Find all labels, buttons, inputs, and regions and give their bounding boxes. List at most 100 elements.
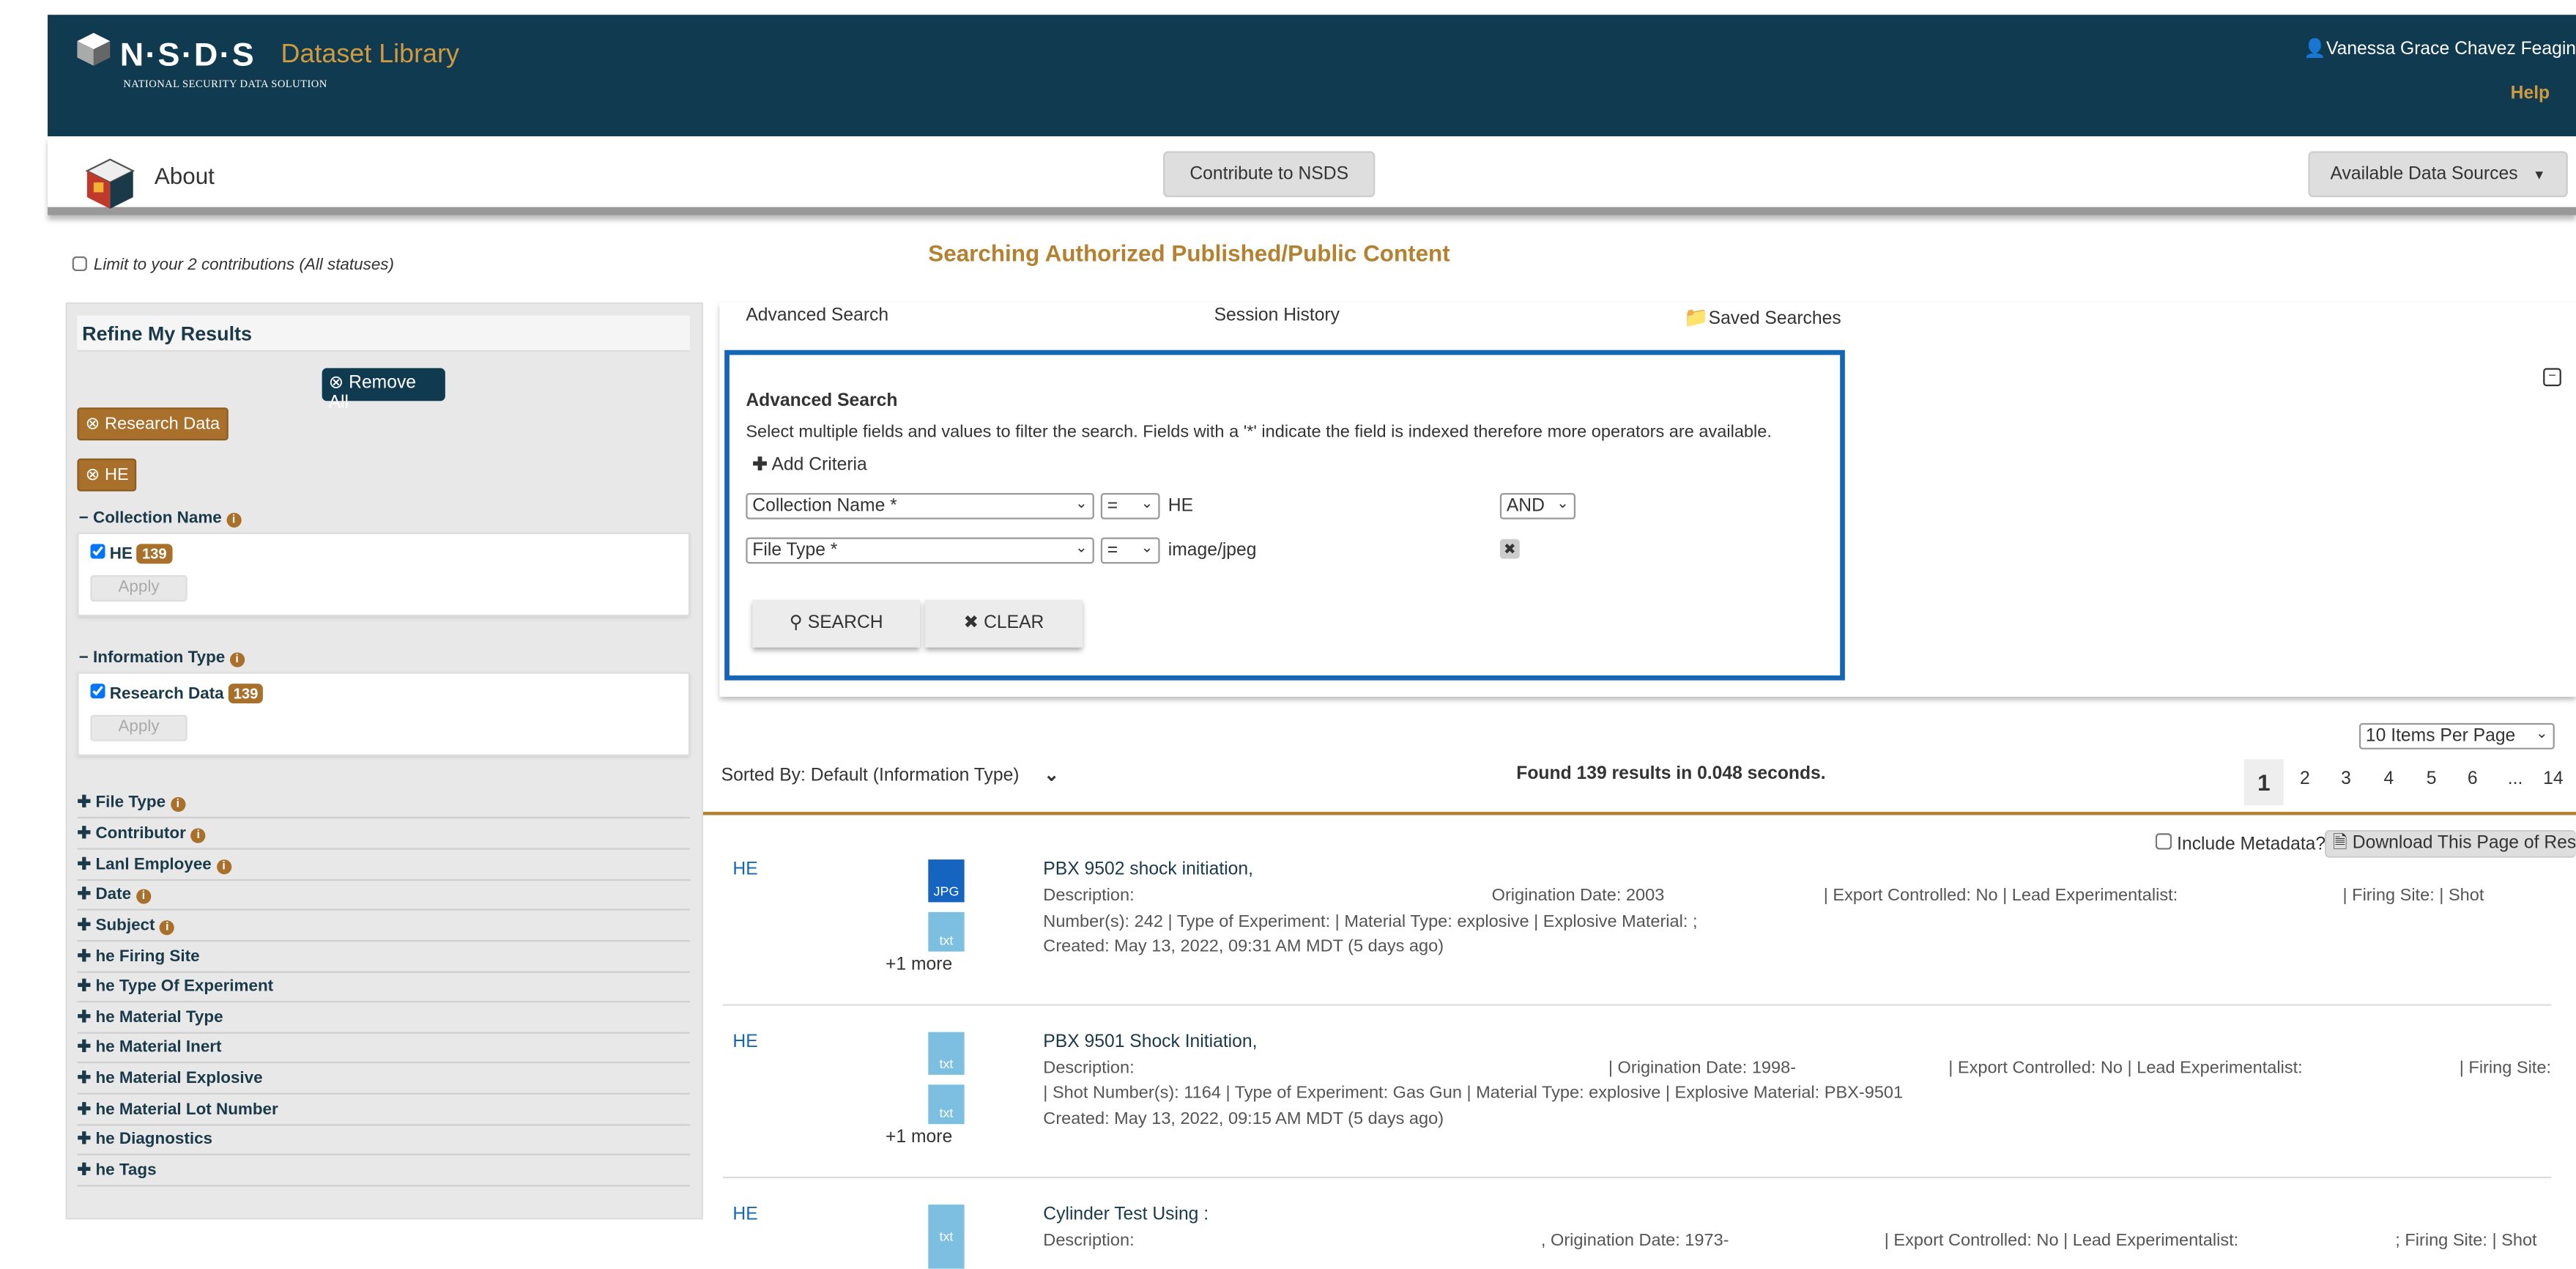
result-collection-link[interactable]: HE [732, 1205, 757, 1224]
plus-icon: ✚ [77, 1131, 96, 1149]
criteria-operator-select[interactable]: = ⌄ [1100, 537, 1160, 564]
facet-collapsed-item[interactable]: ✚ he Material Explosive [77, 1067, 691, 1095]
include-metadata[interactable]: Include Metadata? [2155, 833, 2326, 854]
download-label: Download This Page of Res [2352, 833, 2576, 854]
user-menu[interactable]: 👤Vanessa Grace Chavez Feagin [2083, 38, 2576, 59]
result-collection-link[interactable]: HE [732, 1032, 757, 1052]
facet-item-label: Research Data [109, 685, 224, 704]
facet-collapsed-item[interactable]: ✚ he Material Inert [77, 1035, 691, 1064]
remove-criteria-icon[interactable]: ✖ [1499, 539, 1520, 559]
result-title-link[interactable]: PBX 9502 shock initiation, [1043, 859, 1253, 879]
facet-title: he Material Explosive [95, 1070, 263, 1088]
more-files-link[interactable]: +1 more [886, 955, 952, 974]
facet-item-research-data[interactable]: Research Data 139 [90, 684, 264, 704]
page-1[interactable]: 1 [2243, 759, 2284, 806]
data-sources-label: Available Data Sources [2330, 164, 2518, 185]
chevron-down-icon: ⌄ [1074, 539, 1088, 556]
tab-session-history[interactable]: Session History [1214, 306, 1340, 325]
info-icon[interactable]: i [229, 652, 245, 667]
result-line: | Export Controlled: No | Lead Experimen… [1823, 885, 2178, 906]
result-title-link[interactable]: PBX 9501 Shock Initiation, [1043, 1032, 1257, 1052]
page-14[interactable]: 14 [2543, 769, 2576, 789]
apply-button[interactable]: Apply [90, 714, 188, 741]
facet-collapsed-item[interactable]: ✚ Contributor i [77, 822, 691, 850]
brand-name[interactable]: N·S·D·S [120, 38, 256, 76]
filter-tag-research-data[interactable]: ⊗ Research Data [77, 407, 229, 441]
result-line: ; Firing Site: | Shot [2395, 1231, 2537, 1251]
criteria-operator-select[interactable]: = ⌄ [1100, 492, 1160, 519]
brand-subtitle: NATIONAL SECURITY DATA SOLUTION [123, 78, 327, 91]
facet-checkbox[interactable] [90, 544, 105, 559]
select-value: = [1107, 496, 1118, 517]
facet-collapsed-item[interactable]: ✚ he Diagnostics [77, 1128, 691, 1155]
info-icon[interactable]: i [190, 828, 206, 843]
page-4[interactable]: 4 [2372, 769, 2405, 789]
download-page-button[interactable]: 🗎 Download This Page of Res [2324, 829, 2576, 858]
add-criteria-button[interactable]: ✚ Add Criteria [752, 454, 866, 475]
info-icon[interactable]: i [226, 512, 242, 528]
facet-item-he[interactable]: HE 139 [90, 544, 172, 564]
facet-collection-name[interactable]: − Collection Name i [79, 509, 242, 528]
facet-collapsed-item[interactable]: ✚ he Firing Site [77, 945, 691, 973]
collapse-panel-icon[interactable]: − [2543, 368, 2561, 387]
txt-file-icon[interactable]: txt [928, 1084, 965, 1125]
info-icon[interactable]: i [170, 796, 185, 813]
items-per-page-select[interactable]: 10 Items Per Page ⌄ [2358, 722, 2555, 750]
txt-file-icon[interactable]: txt [928, 911, 965, 952]
facet-information-type[interactable]: − Information Type i [79, 649, 245, 667]
plus-icon: ✚ [77, 948, 96, 966]
about-link[interactable]: About [155, 163, 215, 189]
criteria-value[interactable]: image/jpeg [1168, 541, 1257, 560]
info-icon[interactable]: i [216, 859, 231, 875]
info-icon[interactable]: i [136, 889, 152, 904]
facet-collapsed-item[interactable]: ✚ he Material Type [77, 1006, 691, 1034]
include-metadata-checkbox[interactable] [2155, 833, 2172, 850]
page-3[interactable]: 3 [2330, 769, 2363, 789]
page-2[interactable]: 2 [2288, 769, 2321, 789]
apply-button[interactable]: Apply [90, 575, 188, 602]
advanced-search-title: Advanced Search [746, 391, 898, 411]
facet-title: he Type Of Experiment [95, 977, 274, 996]
facet-collapsed-item[interactable]: ✚ Date i [77, 882, 691, 911]
tab-saved-searches[interactable]: 📁Saved Searches [1684, 306, 1841, 328]
limit-contributions[interactable]: Limit to your 2 contributions (All statu… [72, 256, 395, 275]
result-line: | Export Controlled: No | Lead Experimen… [1884, 1231, 2239, 1251]
facet-title: Subject [95, 917, 155, 936]
criteria-value[interactable]: HE [1168, 496, 1193, 516]
facet-checkbox[interactable] [90, 684, 105, 699]
page-5[interactable]: 5 [2415, 769, 2448, 789]
info-icon[interactable]: i [160, 920, 175, 936]
page-6[interactable]: 6 [2456, 769, 2489, 789]
limit-checkbox[interactable] [72, 256, 87, 272]
filter-tag-he[interactable]: ⊗ HE [77, 458, 137, 492]
txt-file-icon[interactable]: txt [928, 1205, 965, 1269]
limit-label: Limit to your 2 contributions (All statu… [93, 256, 395, 275]
help-link[interactable]: Help [2511, 84, 2550, 103]
result-created: Created: May 13, 2022, 09:31 AM MDT (5 d… [1043, 936, 1444, 957]
facet-collapsed-item[interactable]: ✚ Subject i [77, 914, 691, 942]
facet-collapsed-item[interactable]: ✚ File Type i [77, 791, 691, 819]
facet-collapsed-item[interactable]: ✚ Lanl Employee i [77, 853, 691, 881]
facet-collapsed-item[interactable]: ✚ he Type Of Experiment [77, 974, 691, 1003]
criteria-field-select[interactable]: Collection Name * ⌄ [746, 492, 1094, 519]
brand-library[interactable]: Dataset Library [281, 41, 459, 70]
txt-file-icon[interactable]: txt [928, 1032, 965, 1075]
clear-button[interactable]: ✖ CLEAR [924, 599, 1083, 648]
jpg-file-icon[interactable]: JPG [928, 859, 965, 903]
criteria-field-select[interactable]: File Type * ⌄ [746, 537, 1094, 564]
facet-collapsed-item[interactable]: ✚ he Tags [77, 1158, 691, 1187]
tab-advanced-search[interactable]: Advanced Search [746, 306, 888, 325]
search-button[interactable]: ⚲ SEARCH [752, 599, 921, 648]
more-files-link[interactable]: +1 more [886, 1128, 952, 1147]
result-collection-link[interactable]: HE [732, 859, 757, 879]
result-title-link[interactable]: Cylinder Test Using : [1043, 1205, 1209, 1224]
result-line: Description: [1043, 1058, 1135, 1079]
sort-selector[interactable]: Sorted By: Default (Information Type) ⌄ [721, 764, 1059, 785]
contribute-button[interactable]: Contribute to NSDS [1163, 151, 1376, 198]
remove-all-button[interactable]: ⊗ Remove All [322, 368, 445, 412]
criteria-logic-select[interactable]: AND ⌄ [1499, 492, 1576, 519]
facet-collapsed-item[interactable]: ✚ he Material Lot Number [77, 1098, 691, 1126]
about-cube-icon[interactable] [83, 156, 136, 212]
data-sources-dropdown[interactable]: Available Data Sources ▼ [2308, 151, 2568, 198]
user-name: Vanessa Grace Chavez Feagin [2326, 39, 2576, 59]
